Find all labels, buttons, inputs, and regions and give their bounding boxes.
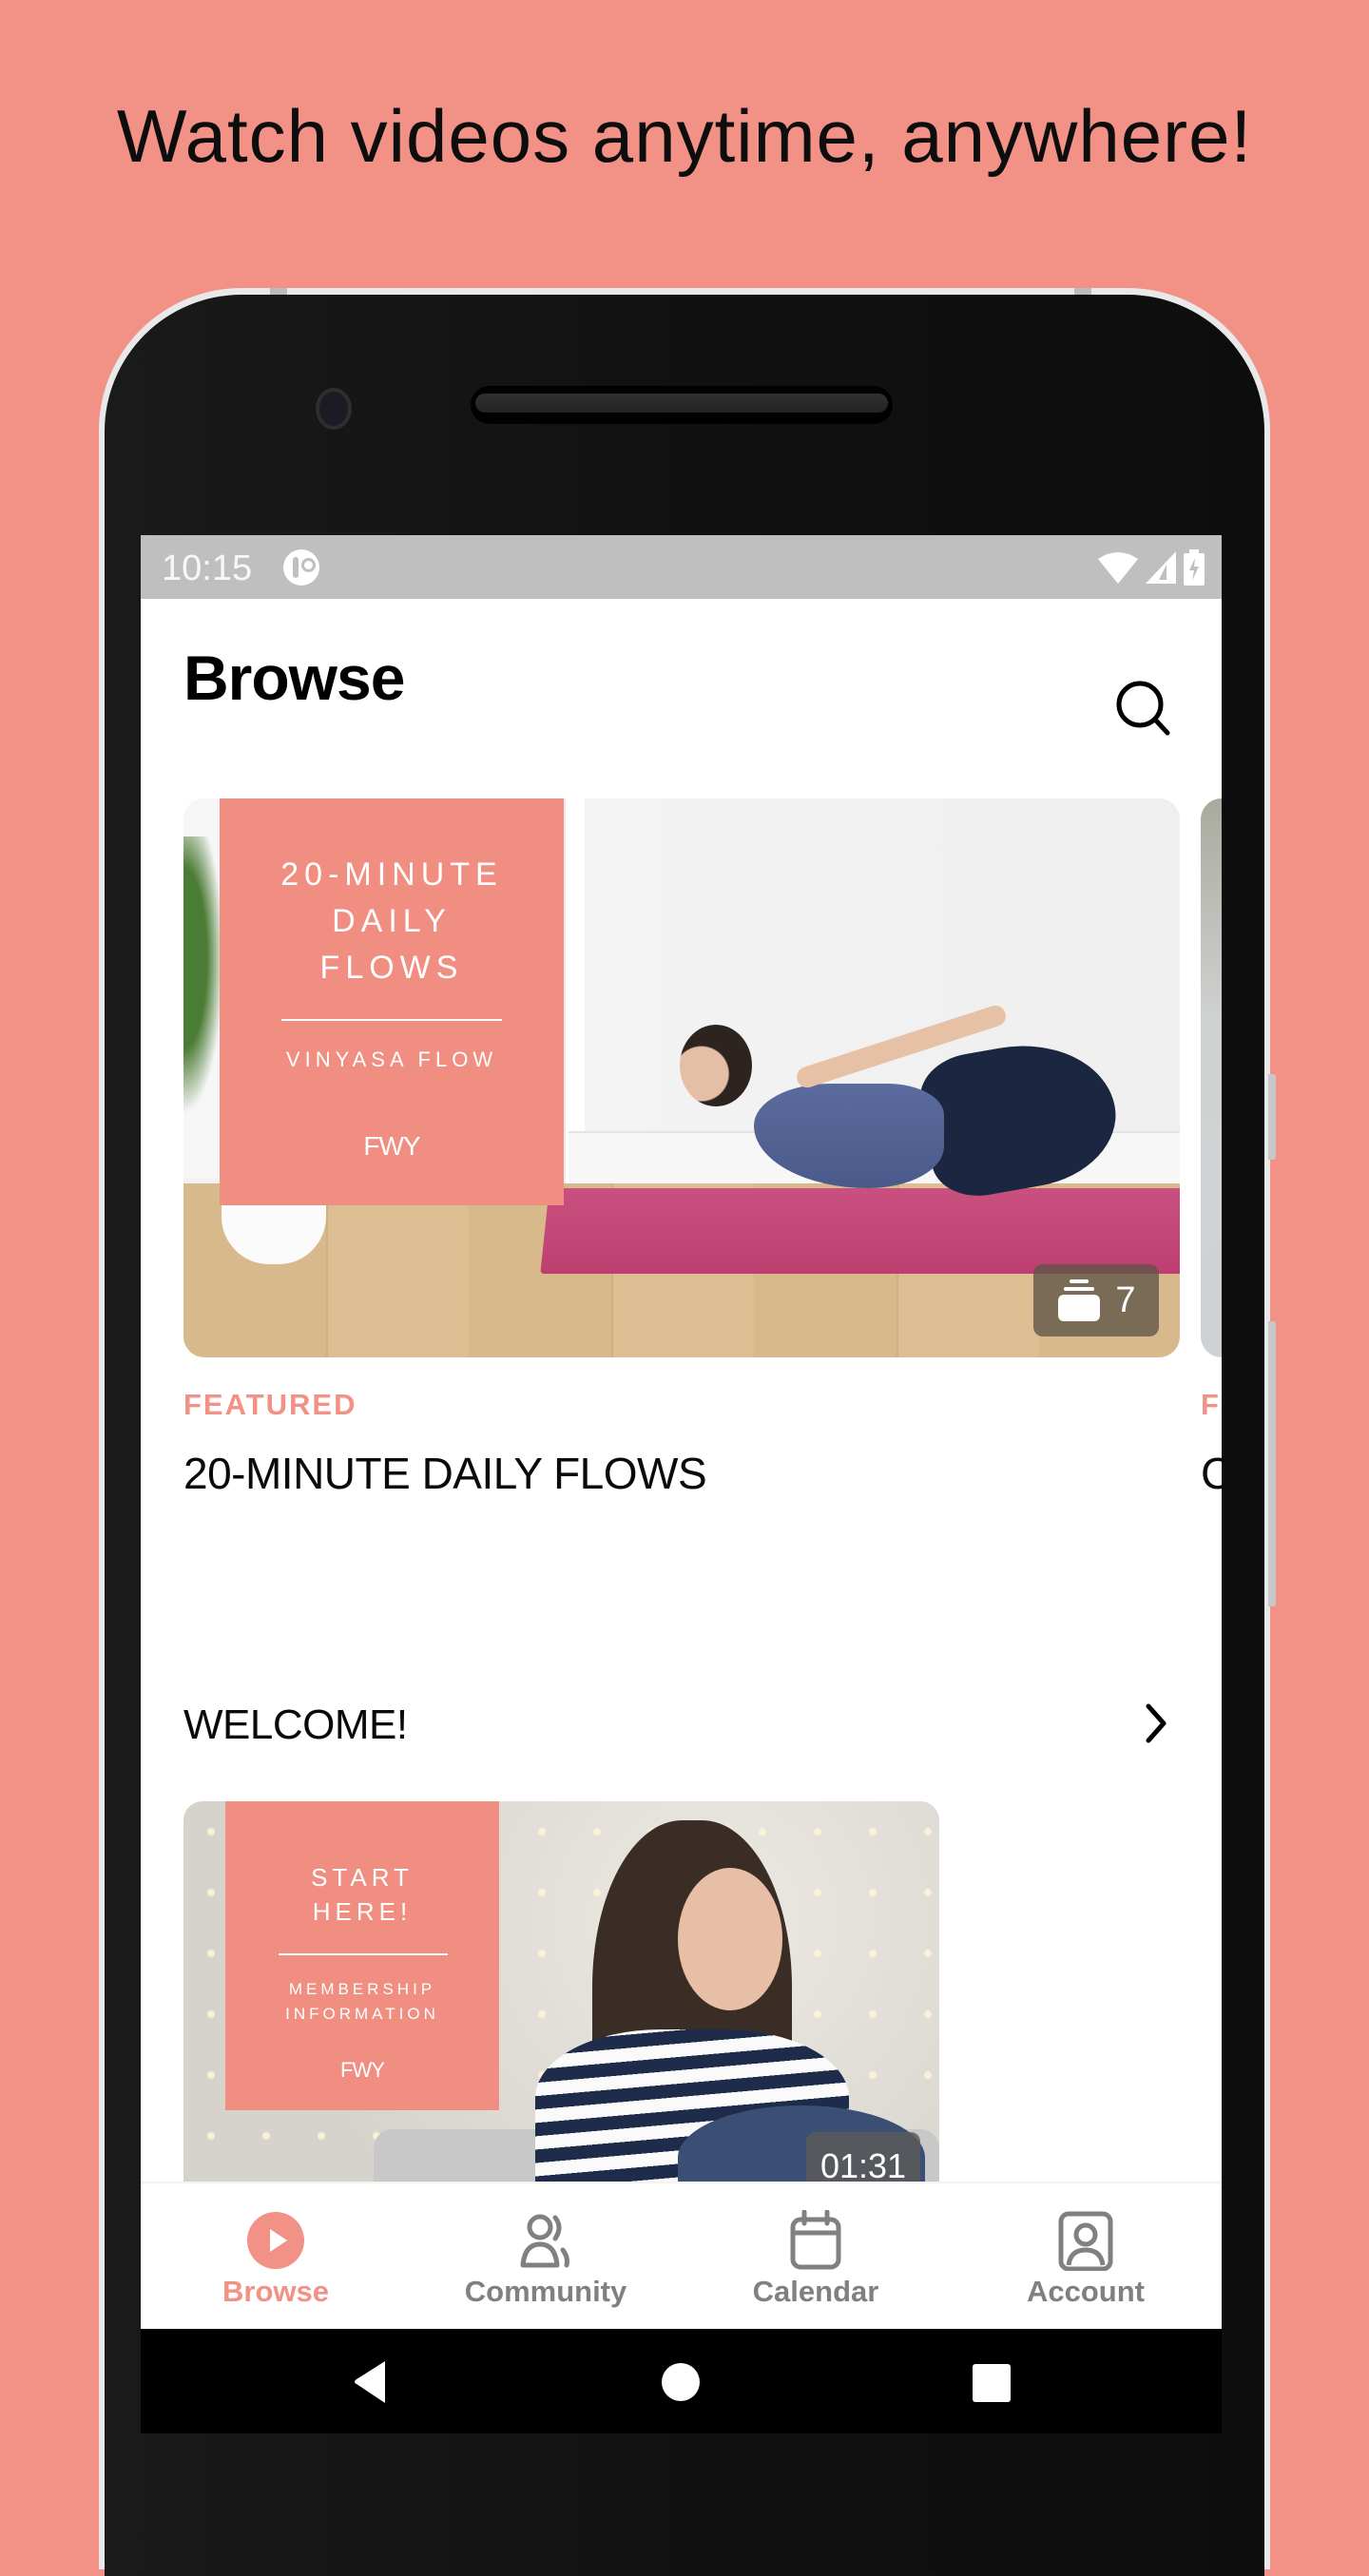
featured-card-next[interactable] <box>1201 798 1222 1357</box>
signal-icon <box>1146 551 1176 584</box>
promo-headline: Watch videos anytime, anywhere! <box>116 94 1253 178</box>
cover-title: START HERE! <box>225 1860 499 1929</box>
status-icons <box>1098 548 1205 586</box>
account-icon <box>1058 2211 1113 2271</box>
page-title: Browse <box>183 643 405 713</box>
cover-panel: START HERE! MEMBERSHIP INFORMATION FWY <box>225 1801 499 2110</box>
app-notification-icon <box>283 549 319 586</box>
nav-item-account[interactable]: Account <box>951 2183 1221 2329</box>
nav-item-community[interactable]: Community <box>411 2183 681 2329</box>
duration-badge: 01:31 <box>806 2132 920 2189</box>
stack-icon <box>1058 1279 1101 1321</box>
cover-title-line: HERE! <box>312 1897 413 1926</box>
status-bar: 10:15 <box>141 535 1222 599</box>
thumbnail-person-head <box>680 1025 752 1106</box>
featured-title-next[interactable]: C <box>1201 1448 1222 1499</box>
nav-item-browse[interactable]: Browse <box>141 2183 411 2329</box>
recents-button[interactable] <box>939 2329 1044 2433</box>
cover-title: 20-MINUTE DAILY FLOWS <box>220 852 564 991</box>
brand-logo: FWY <box>340 2058 385 2082</box>
front-camera-icon <box>316 388 352 430</box>
home-icon <box>662 2363 700 2401</box>
battery-charging-icon <box>1184 549 1205 586</box>
cover-title-line: START <box>311 1863 414 1892</box>
cover-subtitle-line: MEMBERSHIP <box>288 1980 436 1998</box>
app-screen: 10:15 Browse 20-MINUTE DAILY FLOWS VINYA… <box>141 535 1222 2329</box>
cover-divider <box>281 1019 502 1021</box>
earpiece-speaker <box>471 386 893 424</box>
recents-icon <box>973 2364 1011 2402</box>
cover-panel: 20-MINUTE DAILY FLOWS VINYASA FLOW FWY <box>220 798 564 1205</box>
featured-eyebrow-next: F <box>1201 1388 1219 1421</box>
system-navigation-bar <box>141 2329 1222 2433</box>
cover-title-line: 20-MINUTE <box>280 856 503 893</box>
cover-subtitle-line: INFORMATION <box>285 2005 439 2023</box>
cover-divider <box>279 1953 448 1955</box>
bottom-navigation: Browse Community Calendar Account <box>141 2182 1222 2329</box>
nav-label: Browse <box>222 2275 329 2308</box>
search-button[interactable] <box>1113 678 1174 739</box>
search-icon <box>1116 681 1170 736</box>
nav-label: Community <box>464 2275 627 2308</box>
back-button[interactable] <box>317 2329 421 2433</box>
thumbnail-person-face <box>678 1868 782 2010</box>
chevron-right-icon <box>1146 1703 1167 1743</box>
status-time: 10:15 <box>162 548 253 588</box>
calendar-icon <box>790 2210 841 2270</box>
section-see-all-button[interactable] <box>1129 1697 1183 1750</box>
cover-subtitle: MEMBERSHIP INFORMATION <box>225 1977 499 2027</box>
nav-label: Calendar <box>752 2275 879 2308</box>
home-button[interactable] <box>628 2329 733 2433</box>
featured-card[interactable]: 20-MINUTE DAILY FLOWS VINYASA FLOW FWY 7 <box>183 798 1180 1357</box>
cover-title-line: DAILY <box>332 903 452 939</box>
video-count-badge: 7 <box>1033 1264 1159 1336</box>
cover-title-line: FLOWS <box>319 950 464 986</box>
users-icon <box>520 2214 569 2268</box>
phone-volume-up <box>1268 1074 1276 1160</box>
video-card[interactable]: START HERE! MEMBERSHIP INFORMATION FWY 0… <box>183 1801 939 2201</box>
nav-label: Account <box>1027 2275 1145 2308</box>
featured-carousel[interactable]: 20-MINUTE DAILY FLOWS VINYASA FLOW FWY 7 <box>141 798 1222 1357</box>
featured-title[interactable]: 20-MINUTE DAILY FLOWS <box>183 1448 707 1499</box>
brand-logo: FWY <box>363 1131 420 1161</box>
phone-volume-button <box>1268 1321 1276 1606</box>
featured-eyebrow: FEATURED <box>183 1388 357 1421</box>
back-icon <box>355 2361 385 2403</box>
thumbnail-yoga-mat <box>540 1188 1180 1274</box>
play-circle-icon <box>247 2212 304 2269</box>
nav-item-calendar[interactable]: Calendar <box>681 2183 951 2329</box>
wifi-icon <box>1098 552 1138 584</box>
section-title[interactable]: WELCOME! <box>183 1701 408 1749</box>
video-count: 7 <box>1115 1279 1136 1320</box>
cover-subtitle: VINYASA FLOW <box>285 1048 498 1071</box>
